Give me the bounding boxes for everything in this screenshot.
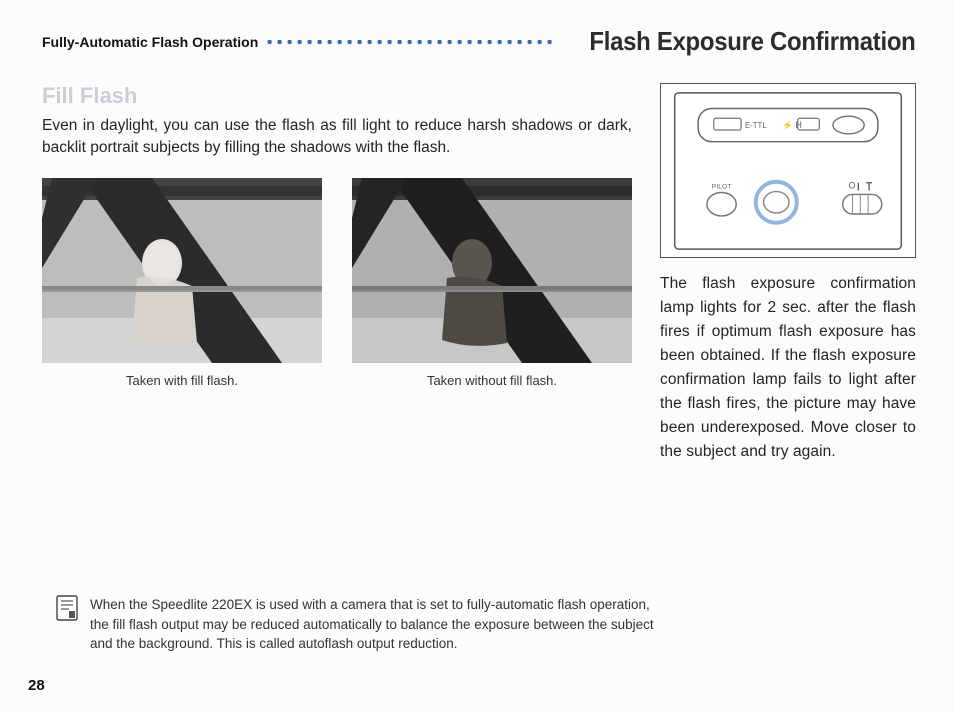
page-title: Flash Exposure Confirmation xyxy=(590,26,916,57)
content-columns: Fill Flash Even in daylight, you can use… xyxy=(42,83,916,464)
note-icon xyxy=(56,595,78,621)
left-column: Fill Flash Even in daylight, you can use… xyxy=(42,83,632,464)
caption-with-flash: Taken with fill flash. xyxy=(126,373,238,388)
photo-with-flash-block: Taken with fill flash. xyxy=(42,178,322,388)
caption-without-flash: Taken without fill flash. xyxy=(427,373,557,388)
header-row: Fully-Automatic Flash Operation Flash Ex… xyxy=(42,26,916,57)
section-label: Fully-Automatic Flash Operation xyxy=(42,34,258,50)
fill-flash-heading: Fill Flash xyxy=(42,83,632,109)
manual-page: Fully-Automatic Flash Operation Flash Ex… xyxy=(0,0,954,712)
right-column: E-TTL ⚡ H PILOT O xyxy=(660,83,916,464)
photo-without-flash-block: Taken without fill flash. xyxy=(352,178,632,388)
pilot-label: PILOT xyxy=(712,184,733,191)
flash-unit-diagram: E-TTL ⚡ H PILOT O xyxy=(660,83,916,258)
confirmation-body: The flash exposure confirmation lamp lig… xyxy=(660,272,916,464)
header-dots xyxy=(266,39,553,45)
example-photos-row: Taken with fill flash. xyxy=(42,178,632,388)
photo-with-flash xyxy=(42,178,322,363)
note-block: When the Speedlite 220EX is used with a … xyxy=(56,595,654,654)
photo-without-flash xyxy=(352,178,632,363)
note-text: When the Speedlite 220EX is used with a … xyxy=(90,595,654,654)
switch-off-label: O xyxy=(849,181,856,191)
ettl-label: E-TTL xyxy=(745,121,767,130)
page-number: 28 xyxy=(28,677,45,694)
fill-flash-body: Even in daylight, you can use the flash … xyxy=(42,115,632,158)
